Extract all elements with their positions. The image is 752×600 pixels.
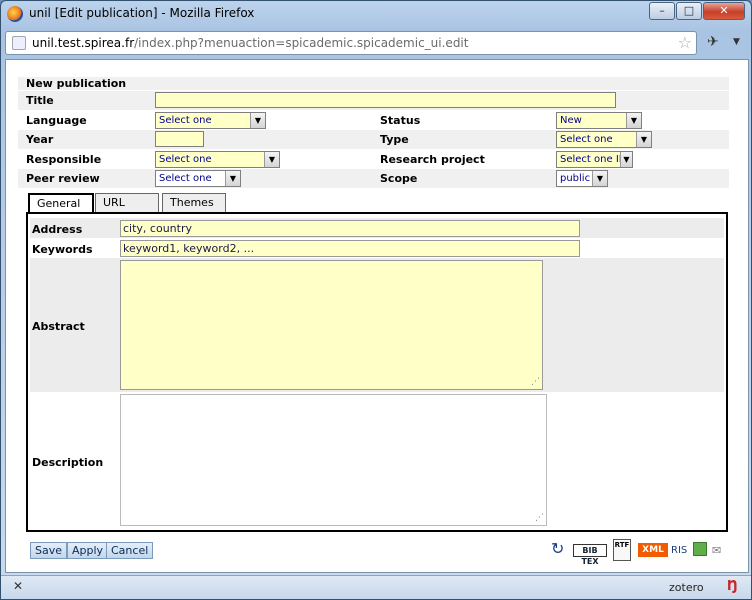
title-input[interactable] xyxy=(155,92,616,108)
research-project-select[interactable]: Select one IP ▼ xyxy=(556,151,633,168)
abstract-textarea[interactable]: ⋰ xyxy=(120,260,543,390)
refresh-icon[interactable]: ↻ xyxy=(551,539,564,558)
status-label: Status xyxy=(380,114,421,127)
apply-button[interactable]: Apply xyxy=(67,542,109,559)
year-label: Year xyxy=(26,133,54,146)
type-select[interactable]: Select one ▼ xyxy=(556,131,652,148)
browser-window: unil [Edit publication] - Mozilla Firefo… xyxy=(0,0,752,600)
scope-select[interactable]: public ▼ xyxy=(556,170,608,187)
description-label: Description xyxy=(32,456,104,469)
title-bar: unil [Edit publication] - Mozilla Firefo… xyxy=(1,1,751,27)
peer-review-row: Peer review Select one ▼ Scope public ▼ xyxy=(18,169,729,188)
keywords-input[interactable]: keyword1, keyword2, ... xyxy=(120,240,580,257)
spreadsheet-icon[interactable] xyxy=(693,542,707,556)
peer-review-select[interactable]: Select one ▼ xyxy=(155,170,241,187)
bibtex-export-icon[interactable]: BIB TEX xyxy=(573,544,607,566)
type-label: Type xyxy=(380,133,409,146)
address-label: Address xyxy=(32,223,83,236)
year-input[interactable] xyxy=(155,131,204,147)
chevron-down-icon: ▼ xyxy=(250,113,265,128)
address-row: Address city, country xyxy=(30,218,724,238)
rtf-export-icon[interactable]: RTF xyxy=(613,539,631,561)
responsible-label: Responsible xyxy=(26,153,102,166)
cancel-button[interactable]: Cancel xyxy=(106,542,154,559)
maximize-button[interactable]: □ xyxy=(676,2,702,20)
tab-general[interactable]: General xyxy=(28,193,94,214)
responsible-row: Responsible Select one ▼ Research project… xyxy=(18,150,729,169)
status-select[interactable]: New ▼ xyxy=(556,112,642,129)
keywords-label: Keywords xyxy=(32,243,93,256)
responsible-select[interactable]: Select one ▼ xyxy=(155,151,280,168)
form-heading-row: New publication xyxy=(18,77,729,90)
window-title: unil [Edit publication] - Mozilla Firefo… xyxy=(29,6,255,20)
scope-label: Scope xyxy=(380,172,418,185)
address-input[interactable]: city, country xyxy=(120,220,580,237)
resize-grip-icon[interactable]: ⋰ xyxy=(531,377,540,387)
description-textarea[interactable]: ⋰ xyxy=(120,394,547,526)
site-identity-icon[interactable] xyxy=(12,36,26,50)
research-project-label: Research project xyxy=(380,153,485,166)
tab-themes[interactable]: Themes xyxy=(162,193,226,213)
zotero-label[interactable]: zotero xyxy=(669,581,704,594)
zotero-icon[interactable]: Ŋ xyxy=(727,579,738,594)
resize-grip-icon[interactable]: ⋰ xyxy=(535,513,544,523)
keywords-row: Keywords keyword1, keyword2, ... xyxy=(30,238,724,258)
description-row: Description ⋰ xyxy=(30,394,724,530)
general-panel: Address city, country Keywords keyword1,… xyxy=(26,212,728,532)
address-bar[interactable]: unil.test.spirea.fr/index.php?menuaction… xyxy=(5,31,697,55)
chevron-down-icon: ▼ xyxy=(620,152,632,167)
chevron-down-icon: ▼ xyxy=(592,171,607,186)
chevron-down-icon[interactable]: ▼ xyxy=(733,37,740,47)
bookmark-star-icon[interactable]: ☆ xyxy=(678,33,692,52)
tab-url[interactable]: URL xyxy=(95,193,159,213)
close-window-button[interactable]: ✕ xyxy=(703,2,745,20)
language-label: Language xyxy=(26,114,87,127)
form-heading: New publication xyxy=(26,77,127,90)
title-label: Title xyxy=(26,94,54,107)
chevron-down-icon: ▼ xyxy=(626,113,641,128)
url-text[interactable]: unil.test.spirea.fr/index.php?menuaction… xyxy=(32,36,468,50)
close-findbar-icon[interactable]: ✕ xyxy=(13,579,23,593)
chevron-down-icon: ▼ xyxy=(636,132,651,147)
abstract-row: Abstract ⋰ xyxy=(30,258,724,392)
chevron-down-icon: ▼ xyxy=(264,152,279,167)
xml-export-icon[interactable]: XML xyxy=(638,543,668,557)
language-row: Language Select one ▼ Status New ▼ xyxy=(18,111,729,130)
abstract-label: Abstract xyxy=(32,320,85,333)
ris-export-link[interactable]: RIS xyxy=(671,545,687,556)
minimize-button[interactable]: – xyxy=(649,2,675,20)
firefox-icon xyxy=(7,6,23,22)
year-row: Year Type Select one ▼ xyxy=(18,130,729,149)
save-button[interactable]: Save xyxy=(30,542,68,559)
language-select[interactable]: Select one ▼ xyxy=(155,112,266,129)
chevron-down-icon: ▼ xyxy=(225,171,240,186)
title-row: Title xyxy=(18,91,729,110)
peer-review-label: Peer review xyxy=(26,172,100,185)
mail-icon[interactable]: ✉ xyxy=(712,544,721,557)
window-controls: – □ ✕ xyxy=(648,2,745,20)
addon-icon[interactable]: ✈ xyxy=(707,34,719,50)
status-bar: ✕ zotero Ŋ xyxy=(1,575,751,599)
